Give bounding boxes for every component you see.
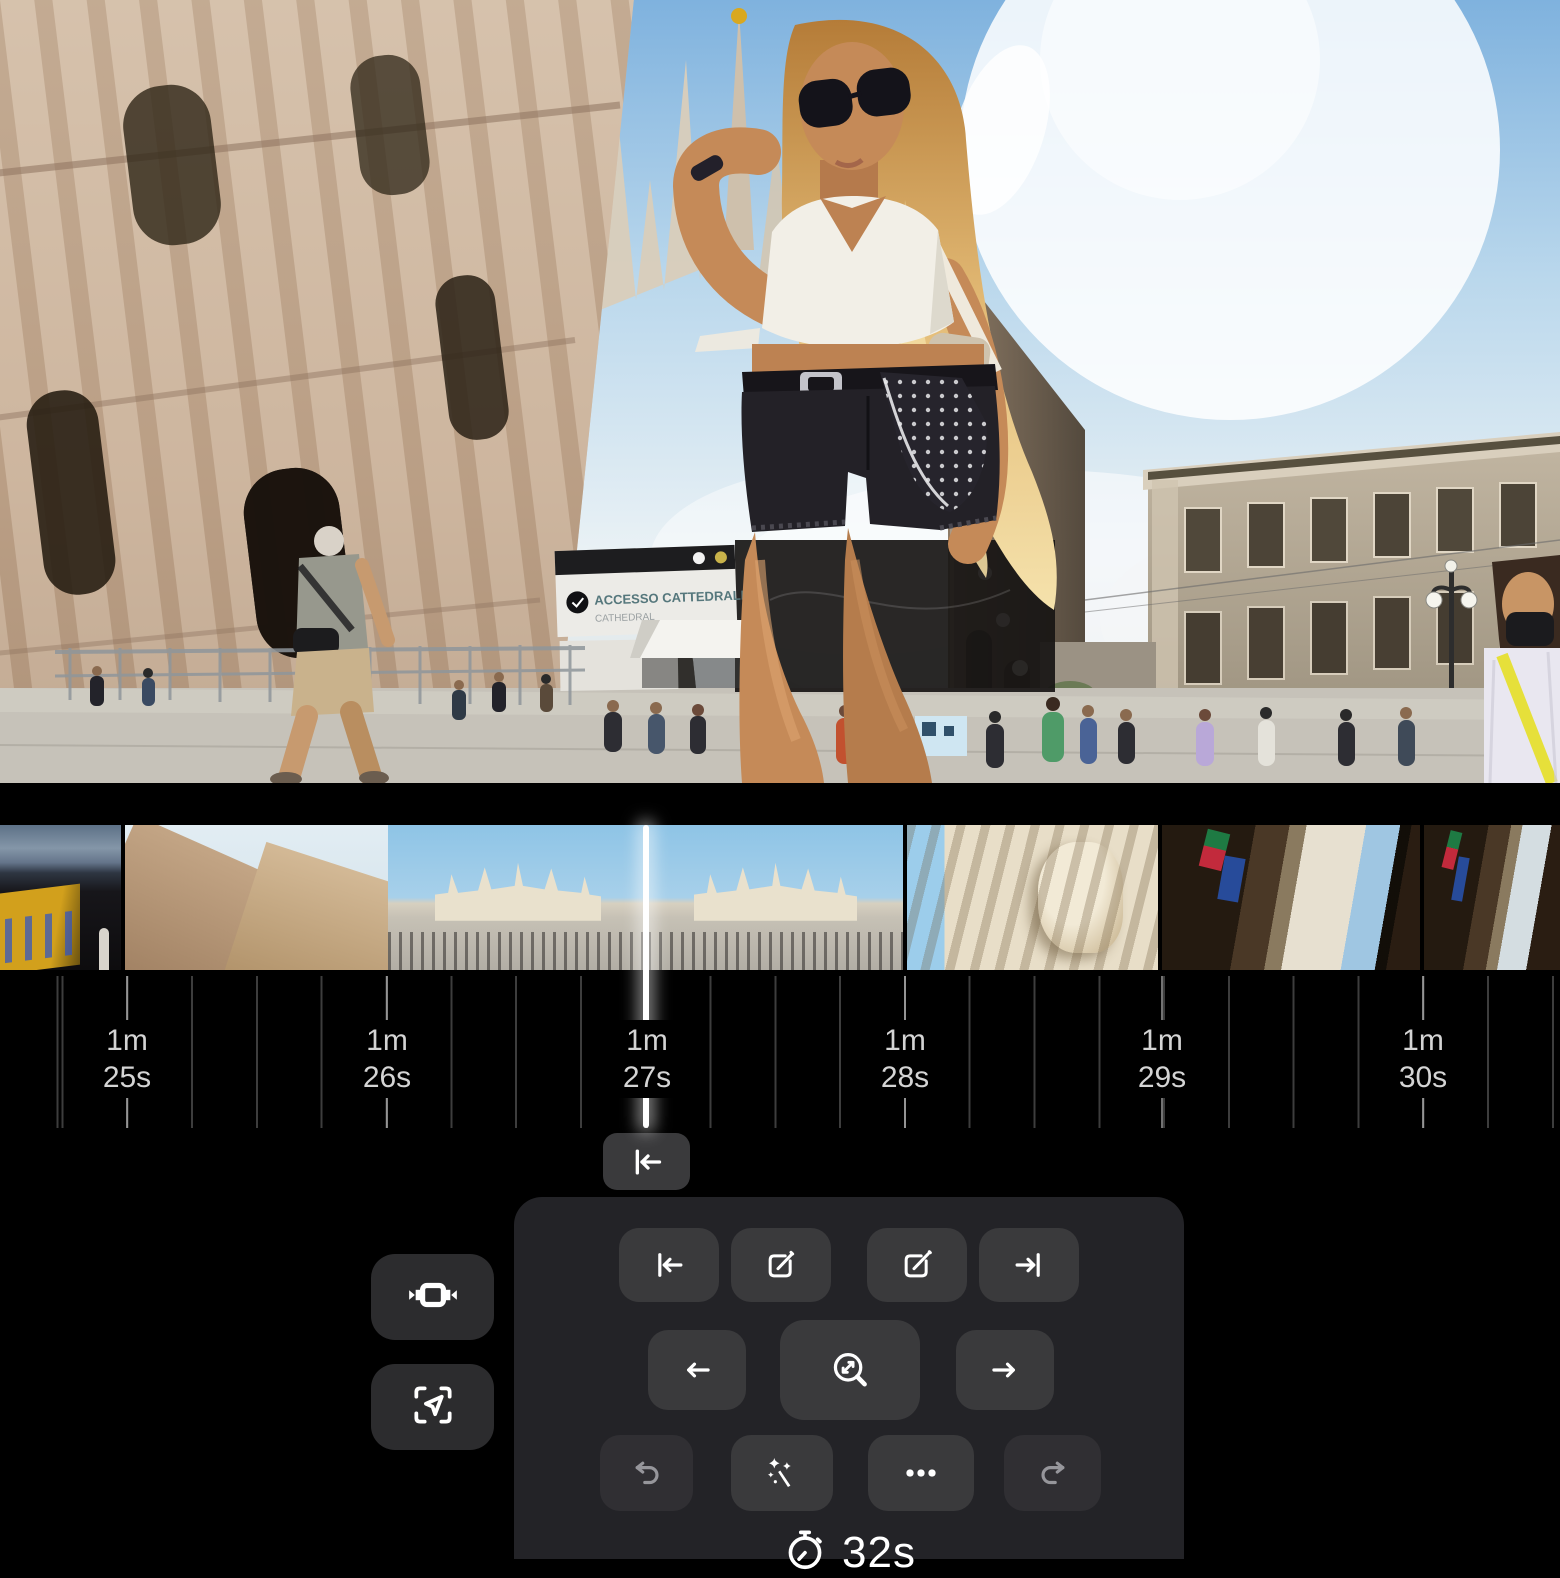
arrow-to-bar-right-icon: [1010, 1246, 1048, 1284]
time-label: 1m29s: [1128, 1020, 1196, 1098]
tracking-select-mode-button[interactable]: [371, 1364, 494, 1450]
timeline-clip-thumbnail[interactable]: [1424, 825, 1560, 970]
ellipsis-icon: [899, 1451, 943, 1495]
redo-arrow-icon: [1034, 1454, 1072, 1492]
square-pencil-icon: [897, 1245, 937, 1285]
editor-stage: ACCESSO CATTEDRALE CATHEDRAL: [0, 0, 1560, 1559]
more-options-button[interactable]: [868, 1435, 974, 1511]
trim-edit-out-button[interactable]: [867, 1228, 967, 1302]
jump-to-previous-edit-button[interactable]: [603, 1133, 690, 1190]
select-cursor-icon: [408, 1380, 458, 1435]
clip-duration: 32s: [514, 1527, 1184, 1578]
edit-control-panel: 32s: [514, 1197, 1184, 1559]
clip-frame-icon: [407, 1269, 459, 1326]
time-label: 1m26s: [353, 1020, 421, 1098]
timeline-zoom-button[interactable]: [780, 1320, 920, 1420]
stopwatch-icon: [782, 1527, 828, 1578]
time-label: 1m30s: [1389, 1020, 1457, 1098]
arrow-right-icon: [986, 1351, 1024, 1389]
bystander-woman: [1484, 555, 1560, 783]
ruler-minor-ticks: [0, 976, 1560, 1128]
timeline-filmstrip[interactable]: [0, 825, 1560, 970]
undo-button[interactable]: [600, 1435, 693, 1511]
arrow-left-icon: [678, 1351, 716, 1389]
video-preview[interactable]: ACCESSO CATTEDRALE CATHEDRAL: [0, 0, 1560, 783]
step-backward-button[interactable]: [648, 1330, 746, 1410]
timeline-clip-thumbnail[interactable]: [1162, 825, 1420, 970]
enhance-button[interactable]: [731, 1435, 833, 1511]
video-frame-art: ACCESSO CATTEDRALE CATHEDRAL: [0, 0, 1560, 783]
timeline-ruler[interactable]: 1m25s 1m26s 1m27s 1m28s 1m29s 1m30s: [0, 970, 1560, 1140]
time-label: 1m28s: [871, 1020, 939, 1098]
clip-duration-value: 32s: [842, 1528, 916, 1578]
magic-wand-icon: [761, 1452, 803, 1494]
timeline-clip-thumbnail[interactable]: [0, 825, 121, 970]
timeline-clip-thumbnail[interactable]: [907, 825, 1158, 970]
undo-arrow-icon: [628, 1454, 666, 1492]
step-forward-button[interactable]: [956, 1330, 1054, 1410]
timeline-clip-thumbnail[interactable]: [125, 825, 903, 970]
trim-edit-in-button[interactable]: [731, 1228, 831, 1302]
magnifier-scale-icon: [827, 1347, 873, 1393]
arrow-to-bar-left-icon: [627, 1142, 667, 1182]
time-label: 1m25s: [93, 1020, 161, 1098]
jump-to-clip-end-button[interactable]: [979, 1228, 1079, 1302]
jump-to-clip-start-button[interactable]: [619, 1228, 719, 1302]
square-pencil-icon: [761, 1245, 801, 1285]
time-label-playhead: 1m27s: [613, 1020, 681, 1098]
arrow-to-bar-left-icon: [650, 1246, 688, 1284]
redo-button[interactable]: [1004, 1435, 1101, 1511]
clip-range-mode-button[interactable]: [371, 1254, 494, 1340]
